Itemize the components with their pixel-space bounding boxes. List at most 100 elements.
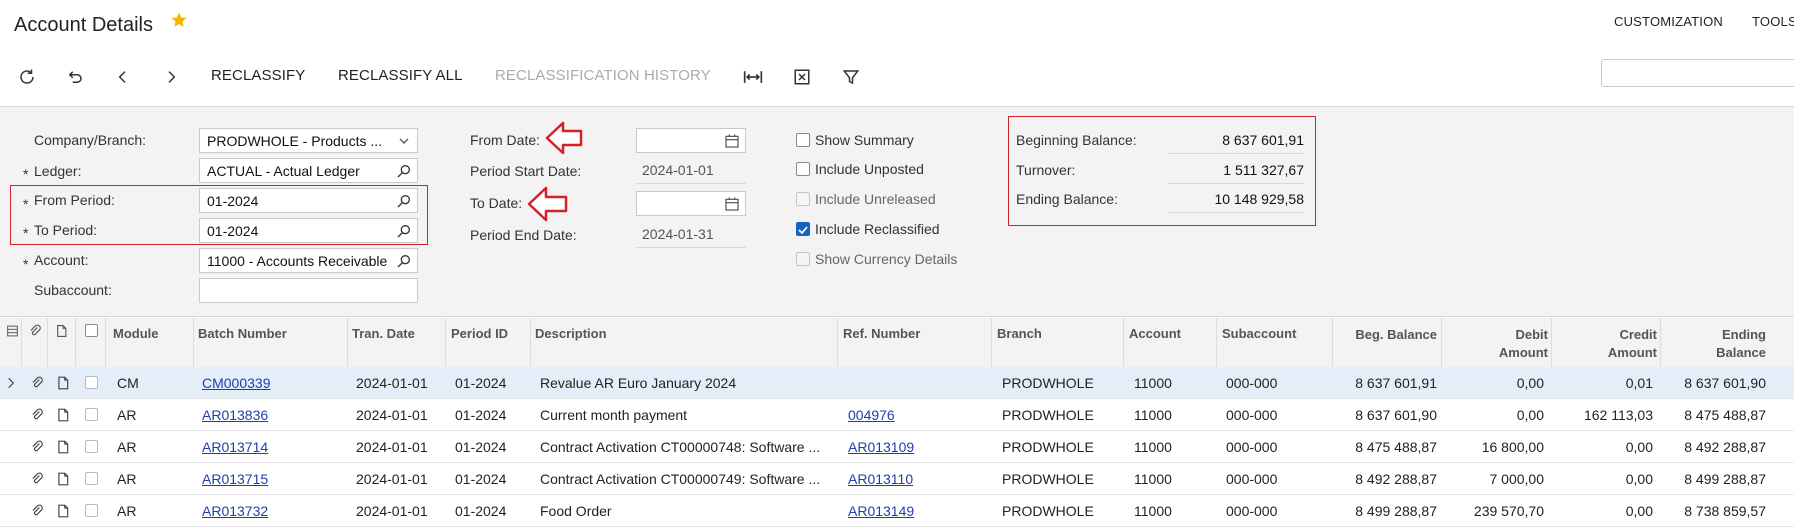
row-select-checkbox[interactable] xyxy=(85,376,98,389)
row-selector-icon[interactable] xyxy=(6,324,19,338)
cell-period-id: 01-2024 xyxy=(455,503,507,519)
cell-beg-balance: 8 637 601,90 xyxy=(1355,407,1437,423)
cell-module: AR xyxy=(117,471,137,487)
col-header-ref-number[interactable]: Ref. Number xyxy=(843,326,920,341)
cell-ref-number[interactable]: AR013149 xyxy=(848,503,988,519)
col-header-tran-date[interactable]: Tran. Date xyxy=(352,326,415,341)
include-unreleased-checkbox[interactable] xyxy=(796,192,810,206)
row-select-checkbox[interactable] xyxy=(85,472,98,485)
cell-description: Contract Activation CT00000748: Software… xyxy=(540,439,821,455)
customization-menu[interactable]: CUSTOMIZATION xyxy=(1614,14,1723,29)
cell-ref-number[interactable]: 004976 xyxy=(848,407,988,423)
note-icon[interactable] xyxy=(56,376,70,390)
reclassify-all-button[interactable]: RECLASSIFY ALL xyxy=(338,67,463,84)
cell-batch-number[interactable]: AR013836 xyxy=(202,407,342,423)
cell-period-id: 01-2024 xyxy=(455,375,507,391)
include-unposted-label: Include Unposted xyxy=(815,161,924,177)
favorite-star-icon[interactable] xyxy=(170,11,188,29)
beginning-balance-label: Beginning Balance: xyxy=(1016,132,1137,148)
include-reclassified-checkbox[interactable] xyxy=(796,222,810,236)
page-title: Account Details xyxy=(14,14,153,36)
note-icon[interactable] xyxy=(56,504,70,518)
search-icon[interactable] xyxy=(396,253,412,269)
undo-icon[interactable] xyxy=(64,66,86,88)
search-icon[interactable] xyxy=(396,163,412,179)
note-icon[interactable] xyxy=(56,472,70,486)
cell-branch: PRODWHOLE xyxy=(1002,375,1094,391)
from-date-input[interactable] xyxy=(636,128,746,153)
col-header-description[interactable]: Description xyxy=(535,326,607,341)
search-input[interactable] xyxy=(1601,59,1794,87)
cell-batch-number[interactable]: AR013732 xyxy=(202,503,342,519)
include-unreleased-label: Include Unreleased xyxy=(815,191,936,207)
ledger-value: ACTUAL - Actual Ledger xyxy=(207,163,360,179)
filter-icon[interactable] xyxy=(840,66,862,88)
chevron-down-icon xyxy=(399,138,409,144)
attachment-icon[interactable] xyxy=(30,472,44,486)
cell-credit-amount: 0,00 xyxy=(1625,503,1653,519)
reclassify-button[interactable]: RECLASSIFY xyxy=(211,67,305,84)
col-header-account[interactable]: Account xyxy=(1129,326,1181,341)
attachment-icon[interactable] xyxy=(30,376,44,390)
reclassification-history-button[interactable]: RECLASSIFICATION HISTORY xyxy=(495,67,711,84)
row-select-checkbox[interactable] xyxy=(85,408,98,421)
cell-batch-number[interactable]: AR013715 xyxy=(202,471,342,487)
to-date-input[interactable] xyxy=(636,191,746,216)
attachment-icon[interactable] xyxy=(30,408,44,422)
ending-balance-value: 10 148 929,58 xyxy=(1168,191,1304,213)
chevron-left-icon[interactable] xyxy=(112,66,134,88)
chevron-right-icon[interactable] xyxy=(160,66,182,88)
cell-ref-number[interactable]: AR013109 xyxy=(848,439,988,455)
excel-export-icon[interactable] xyxy=(791,66,813,88)
company-branch-label: Company/Branch: xyxy=(34,132,147,148)
cell-batch-number[interactable]: CM000339 xyxy=(202,375,342,391)
row-select-checkbox[interactable] xyxy=(85,504,98,517)
cell-account: 11000 xyxy=(1134,471,1172,487)
cell-module: AR xyxy=(117,503,137,519)
account-value: 11000 - Accounts Receivable xyxy=(207,253,388,269)
ending-balance-label: Ending Balance: xyxy=(1016,191,1118,207)
column-separator xyxy=(193,318,194,368)
cell-subaccount: 000-000 xyxy=(1226,375,1278,391)
show-currency-details-label: Show Currency Details xyxy=(815,251,958,267)
note-icon[interactable] xyxy=(56,440,70,454)
cell-beg-balance: 8 475 488,87 xyxy=(1355,439,1437,455)
fit-columns-icon[interactable] xyxy=(742,66,764,88)
col-header-credit-amount[interactable]: Credit Amount xyxy=(1553,326,1657,362)
col-header-ending-balance[interactable]: Ending Balance xyxy=(1662,326,1766,362)
attachment-icon[interactable] xyxy=(30,440,44,454)
calendar-icon[interactable] xyxy=(724,196,740,212)
cell-ref-number[interactable]: AR013110 xyxy=(848,471,988,487)
col-header-debit-amount[interactable]: Debit Amount xyxy=(1444,326,1548,362)
note-icon[interactable] xyxy=(56,408,70,422)
calendar-icon[interactable] xyxy=(724,133,740,149)
tools-menu[interactable]: TOOLS xyxy=(1752,14,1794,29)
cell-tran-date: 2024-01-01 xyxy=(356,503,428,519)
cell-batch-number[interactable]: AR013714 xyxy=(202,439,342,455)
attachment-icon[interactable] xyxy=(30,504,44,518)
refresh-icon[interactable] xyxy=(16,66,38,88)
col-header-period-id[interactable]: Period ID xyxy=(451,326,508,341)
include-unposted-checkbox[interactable] xyxy=(796,162,810,176)
cell-tran-date: 2024-01-01 xyxy=(356,471,428,487)
account-label: Account: xyxy=(34,252,89,268)
cell-account: 11000 xyxy=(1134,375,1172,391)
account-selector[interactable]: 11000 - Accounts Receivable xyxy=(199,248,418,273)
col-header-beg-balance[interactable]: Beg. Balance xyxy=(1335,326,1437,344)
col-header-batch-number[interactable]: Batch Number xyxy=(198,326,287,341)
show-summary-checkbox[interactable] xyxy=(796,133,810,147)
show-currency-details-checkbox[interactable] xyxy=(796,252,810,266)
select-all-checkbox[interactable] xyxy=(85,324,98,337)
col-header-branch[interactable]: Branch xyxy=(997,326,1042,341)
row-select-checkbox[interactable] xyxy=(85,440,98,453)
company-branch-select[interactable]: PRODWHOLE - Products ... xyxy=(199,128,418,153)
row-expand-chevron-icon[interactable] xyxy=(4,376,18,390)
cell-account: 11000 xyxy=(1134,407,1172,423)
column-separator xyxy=(837,318,838,368)
subaccount-label: Subaccount: xyxy=(34,282,112,298)
subaccount-field[interactable] xyxy=(199,278,418,303)
ledger-selector[interactable]: ACTUAL - Actual Ledger xyxy=(199,158,418,183)
cell-branch: PRODWHOLE xyxy=(1002,439,1094,455)
col-header-module[interactable]: Module xyxy=(113,326,159,341)
col-header-subaccount[interactable]: Subaccount xyxy=(1222,326,1296,341)
